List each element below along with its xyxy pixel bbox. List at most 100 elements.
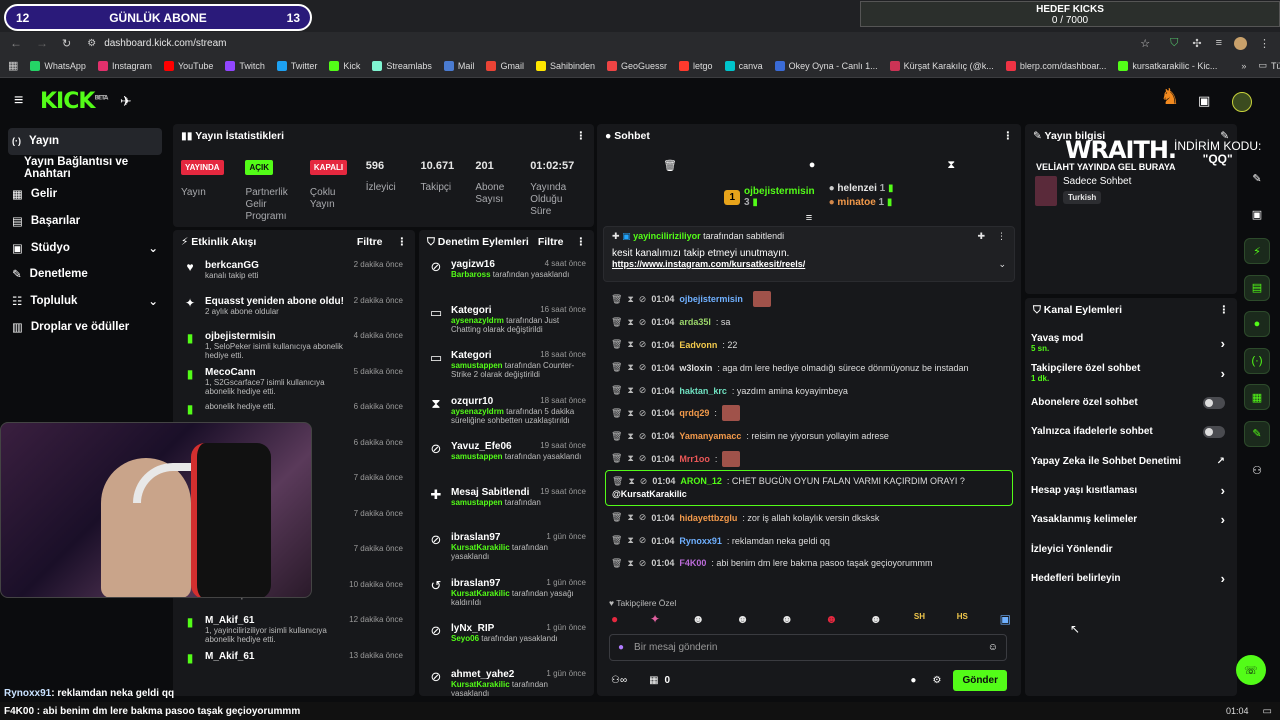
- chat-username[interactable]: Mrr1oo: [679, 454, 710, 464]
- chat-message[interactable]: 🗑 ⧗ ⊘ 01:04 Eadvonn: 22: [597, 334, 1021, 357]
- channel-action-row[interactable]: Yapay Zeka ile Sohbet Denetimi ↗: [1025, 447, 1237, 476]
- trash-icon[interactable]: 🗑: [663, 159, 677, 172]
- moderation-row[interactable]: ⊘ lyNx_RIP 1 gün önce Seyo06 tarafından yas…: [419, 618, 594, 664]
- delete-message-icon[interactable]: 🗑: [611, 558, 622, 569]
- delete-message-icon[interactable]: 🗑: [611, 339, 622, 350]
- send-button[interactable]: Gönder: [953, 670, 1007, 691]
- chat-message[interactable]: 🗑 ⧗ ⊘ 01:04 Rynoxx91: reklamdan neka geldi q…: [597, 529, 1021, 552]
- sidebar-item-basarilar[interactable]: ▤ Başarılar: [0, 208, 170, 235]
- bookmark-item[interactable]: Sahibinden: [535, 60, 595, 71]
- infinite-icon[interactable]: ⚇∞: [611, 675, 627, 686]
- bookmark-item[interactable]: Twitch: [225, 60, 265, 71]
- chat-message[interactable]: 🗑 ⧗ ⊘ 01:04 ARON_12: CHET BUGÜN OYUN FALAN V…: [605, 470, 1013, 507]
- timeout-icon[interactable]: ⧗: [627, 453, 633, 464]
- emote-icon[interactable]: ☻: [869, 612, 882, 626]
- notification-icon[interactable]: ▭: [1263, 706, 1272, 717]
- sidebar-item-studyo[interactable]: ▣ Stüdyo ⌄: [0, 234, 170, 261]
- activity-row[interactable]: ✦ Equasst yeniden abone oldu! 2 aylık abon…: [173, 290, 415, 326]
- emote-icon[interactable]: ☻: [825, 612, 838, 626]
- moderation-row[interactable]: ⊘ ibraslan97 1 gün önce KursatKarakilic tar…: [419, 527, 594, 573]
- user-avatar[interactable]: [1232, 92, 1252, 112]
- channel-action-row[interactable]: İzleyici Yönlendir: [1025, 534, 1237, 563]
- channel-action-row[interactable]: Hedefleri belirleyin ›: [1025, 564, 1237, 593]
- all-bookmarks[interactable]: ▭Tüm Yer İşaretleri: [1258, 60, 1280, 71]
- activity-row[interactable]: ▮ M_Akif_61 1, yayinciliriziliyor isimli k…: [173, 609, 415, 645]
- activity-filter-button[interactable]: Filtre: [357, 236, 383, 248]
- emote-icon[interactable]: ▣: [1000, 612, 1011, 626]
- delete-message-icon[interactable]: 🗑: [611, 431, 622, 442]
- bolt-rail-button[interactable]: ⚡: [1244, 238, 1270, 264]
- emote-icon[interactable]: ☻: [692, 612, 705, 626]
- delete-message-icon[interactable]: 🗑: [611, 453, 622, 464]
- ban-icon[interactable]: ⊘: [639, 362, 647, 373]
- chat-message[interactable]: 🗑 ⧗ ⊘ 01:04 Yamanyamacc: reisim ne yiyorsun …: [597, 425, 1021, 448]
- unpin-icon[interactable]: ✚: [977, 231, 985, 241]
- bookmark-item[interactable]: Twitter: [276, 60, 317, 71]
- chat-username[interactable]: ojbejistermisin: [679, 294, 743, 304]
- chat-username[interactable]: Yamanyamacc: [679, 431, 741, 441]
- chat-message[interactable]: 🗑 ⧗ ⊘ 01:04 hidayettbzglu: zor iş allah kola…: [597, 506, 1021, 529]
- bookmark-item[interactable]: canva: [724, 60, 763, 71]
- extensions-icon[interactable]: ✣: [1192, 37, 1201, 50]
- moderation-row[interactable]: ⊘ ahmet_yahe2 1 gün önce KursatKarakilic ta…: [419, 664, 594, 697]
- wrench-rail-button[interactable]: ✎: [1244, 420, 1270, 447]
- bookmark-item[interactable]: Okey Oyna - Canlı 1...: [774, 60, 878, 71]
- delete-message-icon[interactable]: 🗑: [611, 408, 622, 419]
- ban-icon[interactable]: ⊘: [639, 317, 647, 328]
- sidebar-item-gelir[interactable]: ▦ Gelir: [0, 181, 170, 208]
- emote-icon[interactable]: ☻: [736, 612, 749, 626]
- pinned-link[interactable]: https://www.instagram.com/kursatkesit/re…: [612, 259, 805, 270]
- emote-icon[interactable]: ●: [611, 612, 618, 626]
- gear-icon[interactable]: ⚙: [932, 675, 941, 686]
- capture-rail-icon[interactable]: ▣: [1244, 202, 1270, 228]
- emote-icon[interactable]: HS: [957, 612, 968, 626]
- ban-icon[interactable]: ⊘: [639, 385, 647, 396]
- reload-icon[interactable]: ↻: [62, 37, 71, 50]
- channel-action-row[interactable]: Yalnızca ifadelerle sohbet: [1025, 417, 1237, 446]
- timeout-icon[interactable]: ⧗: [627, 431, 633, 442]
- share-rail-icon[interactable]: ⚇: [1244, 457, 1270, 483]
- chat-username[interactable]: hidayettbzglu: [679, 513, 737, 523]
- shield-icon[interactable]: ⛉: [1170, 37, 1178, 50]
- bookmark-star-icon[interactable]: ☆: [1140, 37, 1150, 50]
- moderation-row[interactable]: ↺ ibraslan97 1 gün önce KursatKarakilic tar…: [419, 573, 594, 619]
- forward-icon[interactable]: →: [36, 36, 48, 50]
- chat-username[interactable]: Rynoxx91: [679, 536, 722, 546]
- moderation-row[interactable]: ▭ Kategori 18 saat önce samustappen tarafın…: [419, 345, 594, 391]
- chat-username[interactable]: ARON_12: [680, 476, 722, 486]
- chat-message[interactable]: 🗑 ⧗ ⊘ 01:04 qrdq29:: [597, 402, 1021, 425]
- chat-settings-bubble-icon[interactable]: ●: [910, 675, 916, 686]
- delete-message-icon[interactable]: 🗑: [611, 512, 622, 523]
- moderation-row[interactable]: ⊘ yagizw16 4 saat önce Barbaross tarafından…: [419, 254, 594, 300]
- emote-icon[interactable]: ✦: [650, 612, 660, 626]
- chat-username[interactable]: qrdq29: [679, 408, 709, 418]
- timeout-icon[interactable]: ⧗: [627, 339, 633, 350]
- hourglass-icon[interactable]: ⧗: [947, 159, 955, 172]
- chevron-down-icon[interactable]: ⌄: [998, 259, 1006, 270]
- sidebar-item-topluluk[interactable]: ☷ Topluluk ⌄: [0, 288, 170, 315]
- url-field[interactable]: dashboard.kick.com/stream: [104, 38, 226, 49]
- chat-message[interactable]: 🗑 ⧗ ⊘ 01:04 ojbejistermisin: [597, 288, 1021, 311]
- hamburger-menu-icon[interactable]: ≡: [14, 92, 23, 110]
- chat-mention[interactable]: @KursatKarakilic: [606, 489, 1012, 499]
- sidebar-item-droplar[interactable]: ▥ Droplar ve ödüller: [0, 314, 170, 341]
- chat-message[interactable]: 🗑 ⧗ ⊘ 01:04 haktan_krc: yazdım amina koyayim…: [597, 379, 1021, 402]
- clipboard-rail-button[interactable]: ▤: [1244, 274, 1270, 301]
- activity-row[interactable]: ♥ berkcanGG kanalı takip etti 2 dakika önce: [173, 254, 415, 290]
- delete-message-icon[interactable]: 🗑: [611, 317, 622, 328]
- moderation-row[interactable]: ⧗ ozqurr10 18 saat önce aysenazyldrm tarafı…: [419, 391, 594, 437]
- ban-icon[interactable]: ⊘: [640, 476, 648, 487]
- chat-mode-icon[interactable]: ●: [809, 159, 816, 171]
- activity-menu-icon[interactable]: ⋮: [397, 236, 408, 248]
- moderation-row[interactable]: ✚ Mesaj Sabitlendi 19 saat önce samustappen…: [419, 482, 594, 528]
- chat-username[interactable]: arda35l: [679, 317, 711, 327]
- ban-icon[interactable]: ⊘: [639, 408, 647, 419]
- pinned-menu-icon[interactable]: ⋮: [997, 231, 1006, 241]
- media-icon[interactable]: ≡: [1216, 37, 1222, 49]
- delete-message-icon[interactable]: 🗑: [611, 362, 622, 373]
- timeout-icon[interactable]: ⧗: [627, 558, 633, 569]
- channel-action-row[interactable]: Yasaklanmış kelimeler ›: [1025, 505, 1237, 534]
- bookmark-item[interactable]: blerp.com/dashboar...: [1005, 60, 1106, 71]
- activity-row[interactable]: ▮ M_Akif_61 13 dakika önce: [173, 645, 415, 681]
- bookmark-item[interactable]: WhatsApp: [30, 60, 86, 71]
